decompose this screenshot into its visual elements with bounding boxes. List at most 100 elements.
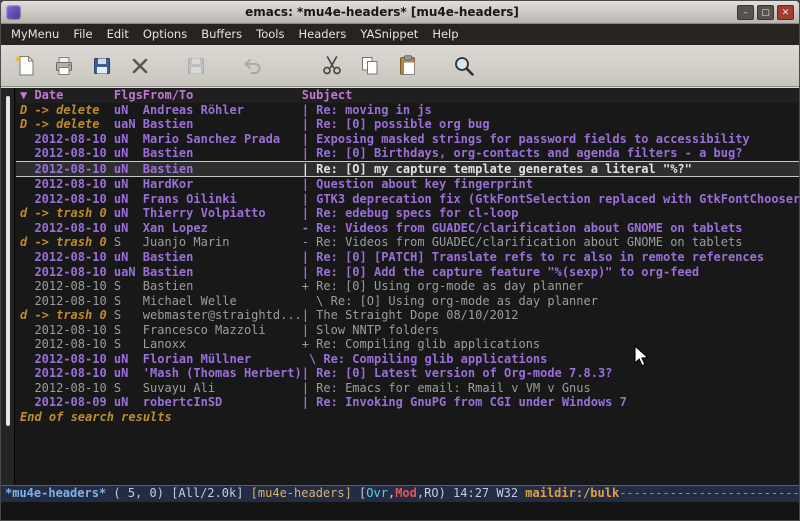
message-mark [20, 395, 34, 410]
message-row[interactable]: D-> deleteuaNBastien| Re: [0] possible o… [16, 117, 799, 132]
maximize-button[interactable]: ▢ [757, 5, 774, 20]
message-mark [20, 265, 34, 280]
message-row[interactable]: 2012-08-10SBastien+ Re: [0] Using org-mo… [16, 279, 799, 294]
echo-area [1, 502, 799, 520]
message-row[interactable]: 2012-08-10SMichael Welle \ Re: [O] Using… [16, 294, 799, 309]
message-mark [20, 192, 34, 207]
save-icon[interactable] [89, 53, 115, 79]
message-row[interactable]: d-> trash 0Swebmaster@straightd...| The … [16, 308, 799, 323]
message-mark [20, 146, 34, 161]
message-subject: | Question about key fingerprint [302, 177, 799, 192]
scrollbar[interactable] [1, 88, 15, 485]
message-from: Bastien [143, 250, 302, 265]
message-mark [20, 337, 34, 352]
column-flags[interactable]: Flgs [114, 88, 143, 103]
message-row[interactable]: 2012-08-10uNBastien| Re: [0] [PATCH] Tra… [16, 250, 799, 265]
message-row[interactable]: 2012-08-10uNFlorian Müllner \ Re: Compil… [16, 352, 799, 367]
new-file-icon[interactable] [13, 53, 39, 79]
message-row[interactable]: 2012-08-10SSuvayu Ali| Re: Emacs for ema… [16, 381, 799, 396]
message-subject: | Exposing masked strings for password f… [302, 132, 799, 147]
paste-icon[interactable] [395, 53, 421, 79]
message-date: -> delete [34, 117, 113, 132]
minimize-button[interactable]: – [737, 5, 754, 20]
message-row[interactable]: 2012-08-10uNXan Lopez- Re: Videos from G… [16, 221, 799, 236]
message-flags: S [114, 381, 143, 396]
message-flags: uN [114, 395, 143, 410]
message-row[interactable]: 2012-08-10uN'Mash (Thomas Herbert)| Re: … [16, 366, 799, 381]
message-subject: | Slow NNTP folders [302, 323, 799, 338]
message-row[interactable]: 2012-08-10uNHardKor| Question about key … [16, 177, 799, 192]
print-icon[interactable] [51, 53, 77, 79]
column-date[interactable]: Date [34, 88, 113, 103]
scrollbar-thumb[interactable] [6, 96, 10, 426]
column-subject[interactable]: Subject [302, 88, 799, 103]
message-subject: | Re: Invoking GnuPG from CGI under Wind… [302, 395, 799, 410]
app-icon [6, 5, 21, 20]
message-from: 'Mash (Thomas Herbert) [143, 366, 302, 381]
save-as-icon [183, 53, 209, 79]
message-date: -> trash 0 [34, 235, 113, 250]
message-subject: | Re: [0] possible org bug [302, 117, 799, 132]
menu-mymenu[interactable]: MyMenu [4, 24, 66, 45]
message-mark [20, 366, 34, 381]
message-date: 2012-08-10 [34, 250, 113, 265]
modeline-segment-default: [All/2.0k] [171, 486, 250, 500]
sort-indicator[interactable]: ▼ [20, 88, 34, 103]
modeline-segment-buffer: *mu4e-headers* [5, 486, 106, 500]
menu-file[interactable]: File [66, 24, 99, 45]
message-flags: S [114, 294, 143, 309]
message-subject: \ Re: Compiling glib applications [302, 352, 799, 367]
message-flags: uN [114, 132, 143, 147]
message-row[interactable]: 2012-08-10uNFrans Oilinki| GTK3 deprecat… [16, 192, 799, 207]
message-row[interactable]: 2012-08-09uNrobertcInSD| Re: Invoking Gn… [16, 395, 799, 410]
message-from: Bastien [143, 279, 302, 294]
menu-headers[interactable]: Headers [291, 24, 353, 45]
menu-tools[interactable]: Tools [249, 24, 291, 45]
message-row[interactable]: 2012-08-10uNBastien| Re: [0] Birthdays, … [16, 146, 799, 161]
message-row[interactable]: d-> trash 0uNThierry Volpiatto| Re: edeb… [16, 206, 799, 221]
message-row[interactable]: 2012-08-10SFrancesco Mazzoli| Slow NNTP … [16, 323, 799, 338]
message-from: Michael Welle [143, 294, 302, 309]
copy-icon[interactable] [357, 53, 383, 79]
message-date: 2012-08-10 [34, 323, 113, 338]
message-subject: | Re: [0] Latest version of Org-mode 7.8… [302, 366, 799, 381]
menu-help[interactable]: Help [425, 24, 465, 45]
message-subject: | Re: edebug specs for cl-loop [302, 206, 799, 221]
modeline-segment-mode: [mu4e-headers] [251, 486, 359, 500]
message-mark: d [20, 308, 34, 323]
message-subject: | Re: [0] Add the capture feature "%(sex… [302, 265, 799, 280]
message-row[interactable]: 2012-08-10uNMario Sanchez Prada| Exposin… [16, 132, 799, 147]
message-date: -> trash 0 [34, 308, 113, 323]
close-buffer-icon[interactable] [127, 53, 153, 79]
message-date: 2012-08-10 [34, 294, 113, 309]
message-row[interactable]: 2012-08-10uaNBastien| Re: [0] Add the ca… [16, 265, 799, 280]
message-mark [20, 250, 34, 265]
message-row[interactable]: 2012-08-10uNBastien| Re: [O] my capture … [16, 161, 799, 178]
message-subject: + Re: Compiling glib applications [302, 337, 799, 352]
message-date: 2012-08-10 [34, 366, 113, 381]
message-row[interactable]: d-> trash 0SJuanjo Marin- Re: Videos fro… [16, 235, 799, 250]
message-mark: d [20, 235, 34, 250]
menu-edit[interactable]: Edit [100, 24, 136, 45]
message-flags: S [114, 337, 143, 352]
message-from: Bastien [143, 162, 302, 177]
message-list: ▼ Date Flgs From/To Subject D-> deleteuN… [16, 88, 799, 485]
message-flags: uN [114, 221, 143, 236]
message-date: 2012-08-09 [34, 395, 113, 410]
close-button[interactable]: ✕ [777, 5, 794, 20]
message-row[interactable]: D-> deleteuNAndreas Röhler| Re: moving i… [16, 103, 799, 118]
cut-icon[interactable] [319, 53, 345, 79]
message-date: 2012-08-10 [34, 265, 113, 280]
message-subject: | Re: Emacs for email: Rmail v VM v Gnus [302, 381, 799, 396]
menu-yasnippet[interactable]: YASnippet [353, 24, 425, 45]
menu-options[interactable]: Options [136, 24, 194, 45]
message-mark [20, 177, 34, 192]
message-date: -> delete [34, 103, 113, 118]
message-from: Bastien [143, 117, 302, 132]
column-from[interactable]: From/To [143, 88, 302, 103]
menu-buffers[interactable]: Buffers [194, 24, 249, 45]
search-icon[interactable] [451, 53, 477, 79]
mode-line: *mu4e-headers* ( 5, 0) [All/2.0k] [mu4e-… [1, 485, 799, 502]
message-row[interactable]: 2012-08-10SLanoxx+ Re: Compiling glib ap… [16, 337, 799, 352]
message-from: Thierry Volpiatto [143, 206, 302, 221]
